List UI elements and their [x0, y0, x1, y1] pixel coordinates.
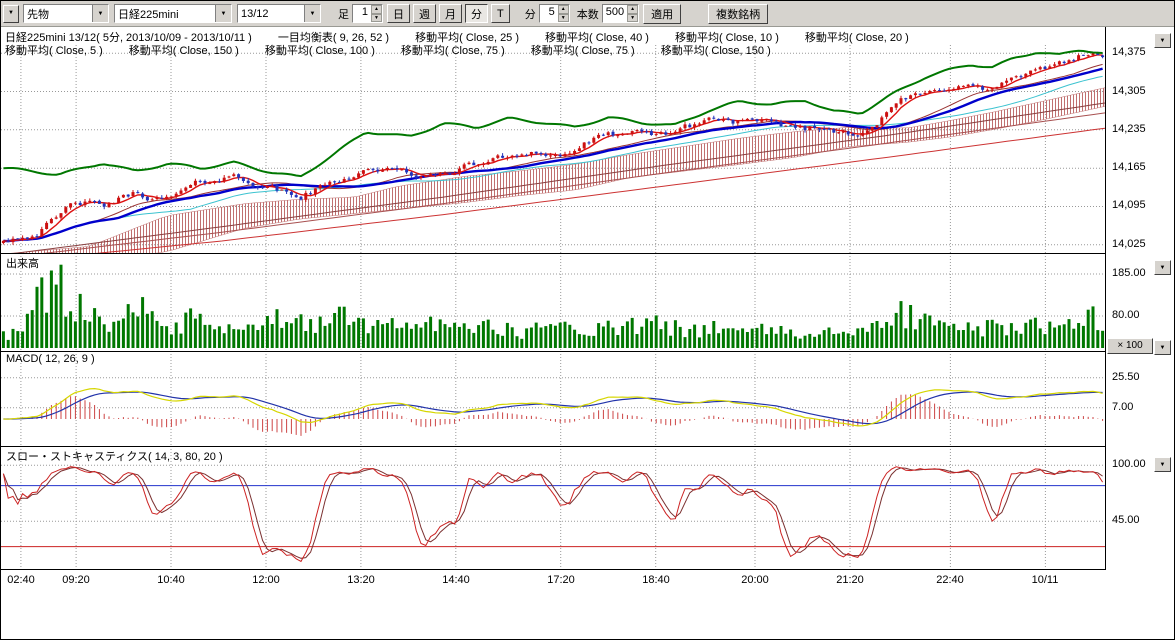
legend-item: 移動平均( Close, 150 ): [661, 42, 771, 58]
stochastics-chart-svg: [1, 446, 1105, 569]
toolbar: ▼ 先物 ▼ 日経225mini ▼ 13/12 ▼ 足 1 ▲▼ 日 週 月 …: [1, 1, 1174, 27]
price-tick-label: 14,235: [1112, 123, 1146, 135]
volume-tick-label: 80.00: [1112, 309, 1140, 321]
stoch-tick-label: 100.00: [1112, 458, 1146, 470]
chevron-down-icon[interactable]: ▼: [215, 5, 231, 22]
spin-down-icon[interactable]: ▼: [558, 14, 569, 23]
time-tick-label: 22:40: [936, 574, 964, 586]
price-axis-gutter: ▼ ▼ ▼ ▼ × 100 14,375 14,305 14,235 14,165 14…: [1106, 1, 1174, 639]
minute-label: 分: [525, 6, 536, 22]
instrument-type-value: 先物: [24, 6, 92, 22]
bar-multiplier-value: 1: [353, 5, 371, 22]
volume-panel-title: 出来高: [6, 255, 39, 271]
panel-separator: [1, 569, 1105, 570]
time-tick-label: 12:00: [252, 574, 280, 586]
price-chart-panel: [1, 45, 1105, 253]
price-tick-label: 14,025: [1112, 238, 1146, 250]
time-tick-label: 02:40: [7, 574, 35, 586]
spin-down-icon[interactable]: ▼: [627, 14, 638, 23]
price-tick-label: 14,375: [1112, 46, 1146, 58]
time-tick-label: 21:20: [836, 574, 864, 586]
bar-type-label: 足: [338, 6, 349, 22]
stoch-scroll-down-button[interactable]: ▼: [1154, 457, 1171, 472]
chart-app-window: ▼ 先物 ▼ 日経225mini ▼ 13/12 ▼ 足 1 ▲▼ 日 週 月 …: [0, 0, 1175, 640]
time-tick-label: 10/11: [1032, 574, 1059, 586]
period-minute-button[interactable]: 分: [465, 4, 488, 23]
bar-multiplier-input[interactable]: 1 ▲▼: [352, 4, 383, 23]
chevron-down-icon: ▼: [8, 10, 14, 16]
instrument-type-select[interactable]: 先物 ▼: [23, 4, 109, 23]
chevron-down-icon: ▼: [1160, 345, 1166, 351]
chevron-down-glyph: ▼: [310, 11, 316, 17]
chevron-down-icon: ▼: [1160, 38, 1166, 44]
minute-value: 5: [540, 5, 558, 22]
volume-chart-svg: [1, 253, 1105, 351]
spin-up-icon[interactable]: ▲: [627, 5, 638, 14]
volume-tick-label: 185.00: [1112, 267, 1146, 279]
chevron-down-icon: ▼: [1160, 462, 1166, 468]
time-tick-label: 20:00: [741, 574, 769, 586]
bar-count-value: 500: [603, 5, 627, 22]
indicator-legend-row-2: 移動平均( Close, 5 ) 移動平均( Close, 150 ) 移動平均( …: [5, 42, 771, 58]
contract-month-select[interactable]: 13/12 ▼: [237, 4, 321, 23]
price-chart-svg: [1, 45, 1105, 253]
macd-panel: MACD( 12, 26, 9 ): [1, 351, 1105, 446]
legend-item: 移動平均( Close, 20 ): [805, 29, 909, 45]
time-tick-label: 09:20: [62, 574, 90, 586]
multi-symbol-button[interactable]: 複数銘柄: [708, 4, 768, 24]
spin-up-icon[interactable]: ▲: [558, 5, 569, 14]
spin-up-icon[interactable]: ▲: [371, 5, 382, 14]
time-tick-label: 18:40: [642, 574, 670, 586]
time-tick-label: 17:20: [547, 574, 575, 586]
period-tick-button[interactable]: T: [491, 4, 510, 23]
symbol-value: 日経225mini: [115, 6, 215, 22]
period-day-button[interactable]: 日: [387, 4, 410, 23]
spinner-buttons[interactable]: ▲▼: [558, 5, 569, 22]
chevron-down-glyph: ▼: [98, 11, 104, 17]
macd-scroll-down-button[interactable]: ▼: [1154, 340, 1171, 355]
chevron-down-icon[interactable]: ▼: [92, 5, 108, 22]
period-month-button[interactable]: 月: [439, 4, 462, 23]
macd-panel-title: MACD( 12, 26, 9 ): [6, 353, 95, 365]
minute-value-input[interactable]: 5 ▲▼: [539, 4, 570, 23]
apply-button[interactable]: 適用: [643, 4, 681, 24]
price-tick-label: 14,305: [1112, 85, 1146, 97]
time-tick-label: 10:40: [157, 574, 185, 586]
bar-count-input[interactable]: 500 ▲▼: [602, 4, 639, 23]
contract-month-value: 13/12: [238, 8, 304, 20]
panel-separator: [1, 446, 1105, 447]
volume-panel: 出来高: [1, 253, 1105, 351]
macd-chart-svg: [1, 351, 1105, 446]
stochastics-panel: スロー・ストキャスティクス( 14, 3, 80, 20 ): [1, 446, 1105, 569]
volume-unit-badge: × 100: [1107, 338, 1153, 354]
chevron-down-glyph: ▼: [221, 11, 227, 17]
time-axis: 02:40 09:20 10:40 12:00 13:20 14:40 17:20 18:40…: [1, 574, 1105, 590]
time-tick-label: 14:40: [442, 574, 470, 586]
macd-tick-label: 25.50: [1112, 371, 1140, 383]
price-tick-label: 14,095: [1112, 199, 1146, 211]
spinner-buttons[interactable]: ▲▼: [627, 5, 638, 22]
panel-menu-dropdown-button[interactable]: ▼: [3, 5, 19, 23]
volume-scroll-down-button[interactable]: ▼: [1154, 260, 1171, 275]
stochastics-panel-title: スロー・ストキャスティクス( 14, 3, 80, 20 ): [6, 448, 223, 464]
period-week-button[interactable]: 週: [413, 4, 436, 23]
panel-separator: [1, 253, 1105, 254]
legend-item: 移動平均( Close, 75 ): [531, 42, 635, 58]
price-tick-label: 14,165: [1112, 161, 1146, 173]
legend-item: 移動平均( Close, 5 ): [5, 42, 103, 58]
legend-item: 移動平均( Close, 150 ): [129, 42, 239, 58]
spinner-buttons[interactable]: ▲▼: [371, 5, 382, 22]
legend-item: 移動平均( Close, 100 ): [265, 42, 375, 58]
spin-down-icon[interactable]: ▼: [371, 14, 382, 23]
chevron-down-icon[interactable]: ▼: [304, 5, 320, 22]
bar-count-label: 本数: [577, 6, 599, 22]
price-scroll-down-button[interactable]: ▼: [1154, 33, 1171, 48]
stoch-tick-label: 45.00: [1112, 514, 1140, 526]
chevron-down-icon: ▼: [1160, 265, 1166, 271]
macd-tick-label: 7.00: [1112, 401, 1133, 413]
time-tick-label: 13:20: [347, 574, 375, 586]
symbol-select[interactable]: 日経225mini ▼: [114, 4, 232, 23]
panel-separator: [1, 351, 1105, 352]
legend-item: 移動平均( Close, 75 ): [401, 42, 505, 58]
